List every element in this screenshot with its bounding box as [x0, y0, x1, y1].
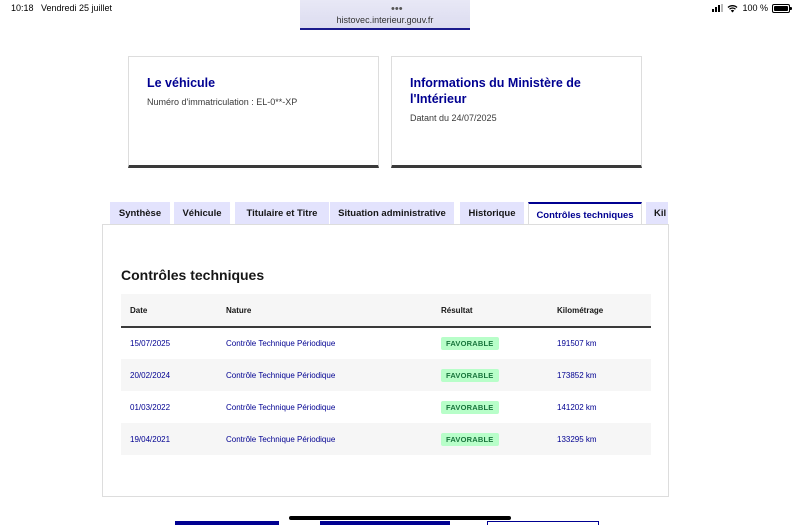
vehicle-card-title: Le véhicule: [147, 76, 216, 90]
wifi-icon: [728, 4, 738, 12]
cell-result: FAVORABLE: [432, 327, 548, 359]
tab-controles-techniques[interactable]: Contrôles techniques: [528, 202, 642, 225]
tab-situation-administrative[interactable]: Situation administrative: [330, 202, 454, 225]
battery-icon: [772, 3, 792, 13]
column-header-date: Date: [121, 294, 217, 328]
cell-result: FAVORABLE: [432, 359, 548, 391]
bottom-button-3[interactable]: [487, 521, 599, 525]
panel-title: Contrôles techniques: [121, 267, 265, 283]
table-row: 19/04/2021 Contrôle Technique Périodique…: [121, 423, 651, 455]
tab-list: Synthèse Véhicule Titulaire et Titre Sit…: [110, 202, 668, 225]
result-badge: FAVORABLE: [441, 337, 499, 350]
ministry-info-card: Informations du Ministère de l'Intérieur…: [391, 56, 642, 168]
cell-nature: Contrôle Technique Périodique: [226, 339, 336, 348]
cell-date: 15/07/2025: [130, 339, 171, 348]
url-text[interactable]: histovec.interieur.gouv.fr: [300, 15, 470, 25]
cell-date: 19/04/2021: [121, 423, 217, 455]
cell-result: FAVORABLE: [432, 391, 548, 423]
registration-number: Numéro d'immatriculation : EL-0**-XP: [147, 97, 298, 107]
cell-result: FAVORABLE: [432, 423, 548, 455]
battery-percent: 100 %: [742, 3, 768, 13]
tab-synthese[interactable]: Synthèse: [110, 202, 170, 225]
table-row: 20/02/2024 Contrôle Technique Périodique…: [121, 359, 651, 391]
cell-km: 133295 km: [548, 423, 651, 455]
cell-km: 191507 km: [557, 339, 597, 348]
tab-kilometrage[interactable]: Kil: [646, 202, 668, 225]
tab-titulaire-titre[interactable]: Titulaire et Titre: [235, 202, 329, 225]
table-header-row: Date Nature Résultat Kilométrage: [121, 294, 651, 328]
bottom-button-2[interactable]: [320, 521, 450, 525]
status-indicators: 100 %: [712, 3, 792, 13]
more-dots-icon[interactable]: •••: [391, 3, 403, 15]
column-header-nature: Nature: [217, 294, 432, 328]
home-indicator[interactable]: [289, 516, 511, 520]
tab-panel: Contrôles techniques Date Nature Résulta…: [102, 224, 669, 497]
ministry-card-title: Informations du Ministère de l'Intérieur: [410, 76, 581, 106]
bottom-button-1[interactable]: [175, 521, 279, 525]
cell-nature: Contrôle Technique Périodique: [226, 402, 336, 412]
result-badge: FAVORABLE: [441, 368, 499, 382]
cell-km: 141202 km: [557, 402, 597, 412]
tab-historique[interactable]: Historique: [460, 202, 524, 225]
table-row: 01/03/2022 Contrôle Technique Périodique…: [121, 391, 651, 423]
result-badge: FAVORABLE: [441, 400, 499, 414]
technical-inspections-table: Date Nature Résultat Kilométrage 15/07/2…: [121, 294, 651, 455]
column-header-resultat: Résultat: [432, 294, 548, 328]
tab-vehicule[interactable]: Véhicule: [174, 202, 230, 225]
cell-nature: Contrôle Technique Périodique: [217, 423, 432, 455]
cell-date: 01/03/2022: [130, 402, 171, 412]
result-badge: FAVORABLE: [441, 432, 499, 446]
status-time: 10:18: [11, 3, 34, 13]
table-row: 15/07/2025 Contrôle Technique Périodique…: [121, 327, 651, 359]
cell-nature: Contrôle Technique Périodique: [217, 359, 432, 391]
cell-date: 20/02/2024: [121, 359, 217, 391]
vehicle-card: Le véhicule Numéro d'immatriculation : E…: [128, 56, 379, 168]
cellular-signal-icon: [712, 4, 724, 12]
data-date: Datant du 24/07/2025: [410, 113, 497, 123]
cell-km: 173852 km: [548, 359, 651, 391]
status-bar: 10:18 Vendredi 25 juillet ••• histovec.i…: [0, 0, 800, 30]
column-header-kilometrage: Kilométrage: [548, 294, 651, 328]
status-date: Vendredi 25 juillet: [41, 3, 113, 13]
